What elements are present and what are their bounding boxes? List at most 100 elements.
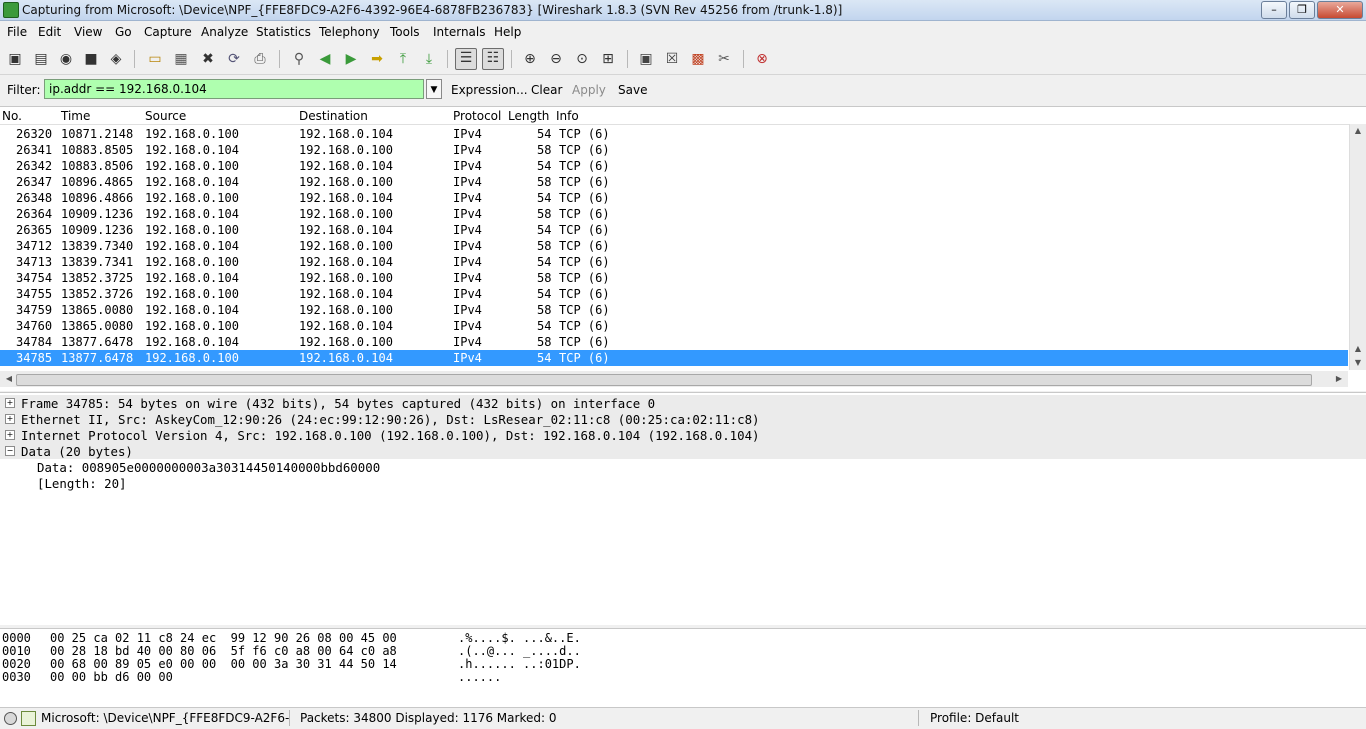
menu-tools[interactable]: Tools xyxy=(390,25,420,39)
hex-row[interactable]: 0010 00 28 18 bd 40 00 80 06 5f f6 c0 a8 … xyxy=(0,644,1366,658)
preferences-icon[interactable]: ✂ xyxy=(715,50,733,68)
table-row[interactable]: 34754 13852.3725 192.168.0.104 192.168.0.10… xyxy=(0,270,1348,286)
detail-ethernet[interactable]: + Ethernet II, Src: AskeyCom_12:90:26 (2… xyxy=(0,411,1366,427)
options-icon[interactable]: ▤ xyxy=(32,50,50,68)
status-profile[interactable]: Profile: Default xyxy=(930,710,1350,726)
minimize-button[interactable]: – xyxy=(1261,1,1287,19)
go-forward-icon[interactable]: ▶ xyxy=(342,50,360,68)
column-header-source[interactable]: Source xyxy=(145,109,186,123)
scroll-up-icon[interactable]: ▲ xyxy=(1351,342,1365,356)
menu-telephony[interactable]: Telephony xyxy=(319,25,380,39)
reload-icon[interactable]: ⟳ xyxy=(225,50,243,68)
cell-no: 26365 xyxy=(16,223,53,237)
expert-info-icon[interactable] xyxy=(4,712,17,725)
menu-statistics[interactable]: Statistics xyxy=(256,25,311,39)
menu-file[interactable]: File xyxy=(7,25,27,39)
resize-columns-icon[interactable]: ⊞ xyxy=(599,50,617,68)
table-row[interactable]: 26348 10896.4866 192.168.0.100 192.168.0.10… xyxy=(0,190,1348,206)
expand-icon[interactable]: + xyxy=(5,398,15,408)
table-row[interactable]: 26365 10909.1236 192.168.0.100 192.168.0.10… xyxy=(0,222,1348,238)
go-last-icon[interactable]: ⤓ xyxy=(420,50,438,68)
menu-capture[interactable]: Capture xyxy=(144,25,192,39)
table-row[interactable]: 34712 13839.7340 192.168.0.104 192.168.0.10… xyxy=(0,238,1348,254)
close-file-icon[interactable]: ✖ xyxy=(199,50,217,68)
table-row[interactable]: 34760 13865.0080 192.168.0.100 192.168.0.10… xyxy=(0,318,1348,334)
menu-edit[interactable]: Edit xyxy=(38,25,61,39)
horizontal-scroll-thumb[interactable] xyxy=(16,374,1312,386)
wireshark-app-icon xyxy=(3,2,19,18)
table-row[interactable]: 26347 10896.4865 192.168.0.104 192.168.0.10… xyxy=(0,174,1348,190)
filter-dropdown-icon[interactable]: ▼ xyxy=(426,79,442,99)
hex-row[interactable]: 0000 00 25 ca 02 11 c8 24 ec 99 12 90 26 … xyxy=(0,631,1366,645)
expression-button[interactable]: Expression... xyxy=(451,83,528,97)
menu-analyze[interactable]: Analyze xyxy=(201,25,248,39)
capture-filters-icon[interactable]: ▣ xyxy=(637,50,655,68)
expand-icon[interactable]: + xyxy=(5,414,15,424)
table-row[interactable]: 34784 13877.6478 192.168.0.104 192.168.0.10… xyxy=(0,334,1348,350)
table-row[interactable]: 34713 13839.7341 192.168.0.100 192.168.0.10… xyxy=(0,254,1348,270)
packet-list-vertical-scrollbar[interactable]: ▲ ▲ ▼ xyxy=(1349,124,1366,370)
go-to-packet-icon[interactable]: ➡ xyxy=(368,50,386,68)
packet-list-horizontal-scrollbar[interactable]: ◀ ▶ xyxy=(0,371,1348,387)
close-button[interactable]: ✕ xyxy=(1317,1,1363,19)
cell-source: 192.168.0.100 xyxy=(145,287,239,301)
zoom-in-icon[interactable]: ⊕ xyxy=(521,50,539,68)
start-capture-icon[interactable]: ◉ xyxy=(57,50,75,68)
detail-data-length[interactable]: [Length: 20] xyxy=(0,475,1366,491)
column-header-length[interactable]: Length xyxy=(508,109,549,123)
table-row[interactable]: 26342 10883.8506 192.168.0.100 192.168.0.10… xyxy=(0,158,1348,174)
autoscroll-icon[interactable]: ☷ xyxy=(482,48,504,70)
menu-view[interactable]: View xyxy=(74,25,102,39)
clear-button[interactable]: Clear xyxy=(531,83,562,97)
toolbar-separator xyxy=(511,50,512,68)
detail-frame[interactable]: + Frame 34785: 54 bytes on wire (432 bit… xyxy=(0,395,1366,411)
zoom-out-icon[interactable]: ⊖ xyxy=(547,50,565,68)
apply-button[interactable]: Apply xyxy=(572,83,606,97)
interfaces-icon[interactable]: ▣ xyxy=(6,50,24,68)
coloring-rules-icon[interactable]: ▩ xyxy=(689,50,707,68)
scroll-down-icon[interactable]: ▼ xyxy=(1351,356,1365,370)
table-row[interactable]: 26364 10909.1236 192.168.0.104 192.168.0.10… xyxy=(0,206,1348,222)
save-file-icon[interactable]: ▦ xyxy=(172,50,190,68)
menu-internals[interactable]: Internals xyxy=(433,25,486,39)
column-header-destination[interactable]: Destination xyxy=(299,109,368,123)
collapse-icon[interactable]: − xyxy=(5,446,15,456)
display-filter-input[interactable] xyxy=(44,79,424,99)
packet-rows: 26320 10871.2148 192.168.0.100 192.168.0.10… xyxy=(0,126,1348,370)
expand-icon[interactable]: + xyxy=(5,430,15,440)
table-row[interactable]: 34755 13852.3726 192.168.0.100 192.168.0.10… xyxy=(0,286,1348,302)
go-first-icon[interactable]: ⤒ xyxy=(394,50,412,68)
scroll-up-icon[interactable]: ▲ xyxy=(1351,124,1365,138)
detail-data-value[interactable]: Data: 008905e0000000003a30314450140000bb… xyxy=(0,459,1366,475)
table-row[interactable]: 26341 10883.8505 192.168.0.104 192.168.0.10… xyxy=(0,142,1348,158)
table-row[interactable]: 26320 10871.2148 192.168.0.100 192.168.0.10… xyxy=(0,126,1348,142)
save-filter-button[interactable]: Save xyxy=(618,83,647,97)
restart-capture-icon[interactable]: ◈ xyxy=(107,50,125,68)
find-packet-icon[interactable]: ⚲ xyxy=(290,50,308,68)
colorize-icon[interactable]: ☰ xyxy=(455,48,477,70)
column-header-info[interactable]: Info xyxy=(556,109,579,123)
help-icon[interactable]: ⊗ xyxy=(753,50,771,68)
maximize-button[interactable]: ❐ xyxy=(1289,1,1315,19)
detail-data[interactable]: − Data (20 bytes) xyxy=(0,443,1366,459)
stop-capture-icon[interactable]: ■ xyxy=(82,50,100,68)
open-file-icon[interactable]: ▭ xyxy=(146,50,164,68)
scroll-right-icon[interactable]: ▶ xyxy=(1332,372,1346,386)
column-header-protocol[interactable]: Protocol xyxy=(453,109,501,123)
print-icon[interactable]: ⎙ xyxy=(251,50,269,68)
hex-row[interactable]: 0020 00 68 00 89 05 e0 00 00 00 00 3a 30 … xyxy=(0,657,1366,671)
cell-no: 26342 xyxy=(16,159,53,173)
column-header-time[interactable]: Time xyxy=(61,109,90,123)
display-filters-icon[interactable]: ☒ xyxy=(663,50,681,68)
scroll-left-icon[interactable]: ◀ xyxy=(2,372,16,386)
zoom-normal-icon[interactable]: ⊙ xyxy=(573,50,591,68)
table-row[interactable]: 34785 13877.6478 192.168.0.100 192.168.0.10… xyxy=(0,350,1348,366)
detail-ip[interactable]: + Internet Protocol Version 4, Src: 192.… xyxy=(0,427,1366,443)
column-header-no[interactable]: No. xyxy=(2,109,22,123)
hex-row[interactable]: 0030 00 00 bb d6 00 00...... xyxy=(0,670,1366,684)
menu-help[interactable]: Help xyxy=(494,25,521,39)
table-row[interactable]: 34759 13865.0080 192.168.0.104 192.168.0.10… xyxy=(0,302,1348,318)
capture-comments-icon[interactable] xyxy=(21,711,36,726)
go-back-icon[interactable]: ◀ xyxy=(316,50,334,68)
menu-go[interactable]: Go xyxy=(115,25,132,39)
